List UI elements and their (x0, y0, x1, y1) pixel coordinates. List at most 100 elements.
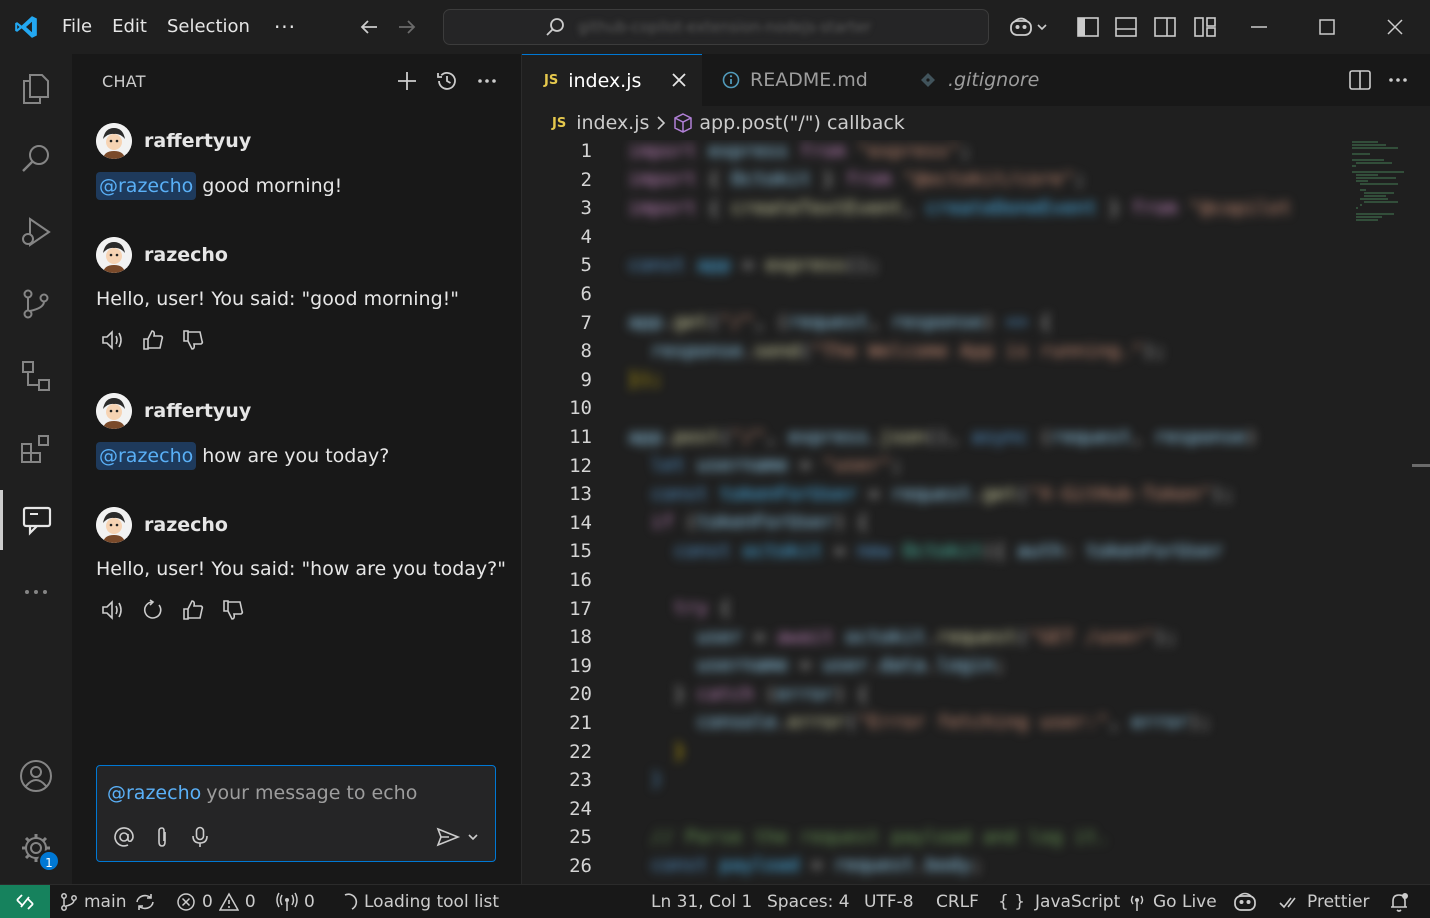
ports-indicator[interactable]: 0 (276, 885, 315, 918)
encoding[interactable]: UTF-8 (864, 885, 914, 918)
chat-message-header: raffertyuy (96, 123, 251, 159)
menu-more-button[interactable]: ··· (260, 15, 310, 39)
chat-username: razecho (144, 514, 228, 536)
extensions-icon[interactable] (0, 419, 72, 479)
end-of-line[interactable]: CRLF (936, 885, 979, 918)
breadcrumb-file[interactable]: index.js (576, 112, 649, 134)
symbol-method-cube-icon (673, 113, 693, 133)
braces-icon: { } (998, 892, 1026, 912)
line-number: 23 (569, 769, 592, 792)
close-tab-icon[interactable] (670, 71, 688, 89)
problems-indicator[interactable]: 0 0 (176, 885, 256, 918)
toggle-secondary-sidebar-icon[interactable] (1147, 0, 1183, 54)
line-number: 12 (569, 454, 592, 477)
chat-message-text: Hello, user! You said: "how are you toda… (96, 558, 506, 580)
copilot-status-icon[interactable] (1233, 885, 1263, 918)
chat-view-icon[interactable] (0, 490, 72, 550)
tab-readme-md[interactable]: README.md (702, 54, 892, 106)
prettier-status[interactable]: Prettier (1279, 885, 1370, 918)
search-icon (544, 16, 566, 38)
chat-username: razecho (144, 244, 228, 266)
thumbs-up-icon[interactable] (140, 327, 166, 353)
toggle-primary-sidebar-icon[interactable] (1070, 0, 1106, 54)
blurred-code-content: import express from "express"; import { … (628, 140, 1292, 876)
line-number: 14 (569, 511, 592, 534)
thumbs-down-icon[interactable] (220, 597, 246, 623)
customize-layout-icon[interactable] (1187, 0, 1223, 54)
run-debug-icon[interactable] (0, 202, 72, 262)
mention-chip[interactable]: @razecho (96, 172, 197, 200)
chat-message-header: razecho (96, 237, 228, 273)
chat-history-icon[interactable] (432, 66, 462, 96)
line-number: 1 (580, 140, 592, 162)
chat-input-box[interactable]: @razecho your message to echo (96, 765, 496, 862)
settings-gear-icon[interactable] (0, 818, 72, 878)
js-file-icon: JS (552, 115, 567, 131)
search-view-icon[interactable] (0, 129, 72, 189)
branch-indicator[interactable]: main (60, 885, 126, 918)
tab-index-js[interactable]: JS index.js (522, 54, 702, 106)
thumbs-down-icon[interactable] (180, 327, 206, 353)
forward-arrow-icon[interactable] (388, 0, 426, 54)
tab-label: index.js (568, 69, 642, 92)
warning-count: 0 (244, 892, 256, 912)
split-editor-icon[interactable] (1342, 54, 1378, 106)
editor-more-actions-icon[interactable] (1380, 54, 1416, 106)
line-number: 9 (580, 368, 592, 391)
notifications-bell-icon[interactable] (1388, 885, 1416, 918)
activity-bar: 1 (0, 54, 72, 884)
remote-indicator-icon[interactable] (0, 885, 50, 918)
minimize-icon[interactable] (1236, 0, 1282, 54)
copilot-menu-icon[interactable] (1004, 0, 1054, 54)
chat-message-text: Hello, user! You said: "good morning!" (96, 288, 459, 310)
info-icon (722, 71, 740, 89)
explorer-icon[interactable] (0, 59, 72, 119)
toggle-panel-icon[interactable] (1108, 0, 1144, 54)
indentation[interactable]: Spaces: 4 (767, 885, 850, 918)
new-chat-plus-icon[interactable] (392, 66, 422, 96)
scrollbar-thumb[interactable] (1412, 464, 1430, 467)
read-aloud-speaker-icon[interactable] (100, 327, 126, 353)
line-number: 8 (580, 340, 592, 363)
breadcrumb-symbol[interactable]: app.post("/") callback (699, 112, 904, 134)
go-live-button[interactable]: Go Live (1127, 885, 1217, 918)
back-arrow-icon[interactable] (350, 0, 388, 54)
source-control-icon[interactable] (0, 274, 72, 334)
menu-edit[interactable]: Edit (102, 0, 157, 54)
menu-selection[interactable]: Selection (157, 0, 260, 54)
remote-explorer-icon[interactable] (0, 346, 72, 406)
line-number: 13 (569, 483, 592, 506)
command-center-search[interactable]: github-copilot-extension-nodejs-starter (443, 9, 989, 45)
tab-label: README.md (750, 69, 868, 91)
cursor-position[interactable]: Ln 31, Col 1 (651, 885, 752, 918)
avatar (96, 393, 132, 429)
retry-icon[interactable] (140, 597, 166, 623)
menu-file[interactable]: File (52, 0, 102, 54)
error-count: 0 (202, 892, 213, 912)
read-aloud-speaker-icon[interactable] (100, 597, 126, 623)
send-icon[interactable] (435, 824, 481, 850)
code-editor[interactable]: 1 2 3 4 5 6 7 8 9 10 11 12 13 14 15 16 17 18 19 20 21 22 23 24 2… (522, 140, 1430, 884)
chat-username: raffertyuy (144, 400, 252, 422)
response-actions (100, 327, 206, 353)
close-window-icon[interactable] (1372, 0, 1418, 54)
more-views-icon[interactable] (0, 562, 72, 622)
chat-more-actions-icon[interactable] (472, 66, 502, 96)
microphone-icon[interactable] (187, 824, 213, 850)
minimap[interactable] (1348, 140, 1418, 240)
accounts-icon[interactable] (0, 746, 72, 806)
thumbs-up-icon[interactable] (180, 597, 206, 623)
sync-icon[interactable] (134, 885, 162, 918)
vscode-logo-icon (0, 0, 52, 54)
line-number: 26 (569, 855, 592, 877)
language-mode[interactable]: { } JavaScript (998, 885, 1120, 918)
chevron-right-icon (655, 115, 667, 131)
line-number: 15 (569, 540, 592, 563)
maximize-icon[interactable] (1304, 0, 1350, 54)
attach-paperclip-icon[interactable] (149, 824, 175, 850)
response-actions (100, 597, 246, 623)
mention-at-icon[interactable] (111, 824, 137, 850)
tab-gitignore[interactable]: .gitignore (912, 54, 1092, 106)
mention-chip[interactable]: @razecho (96, 442, 197, 470)
chat-input-field[interactable]: @razecho your message to echo (107, 782, 417, 804)
